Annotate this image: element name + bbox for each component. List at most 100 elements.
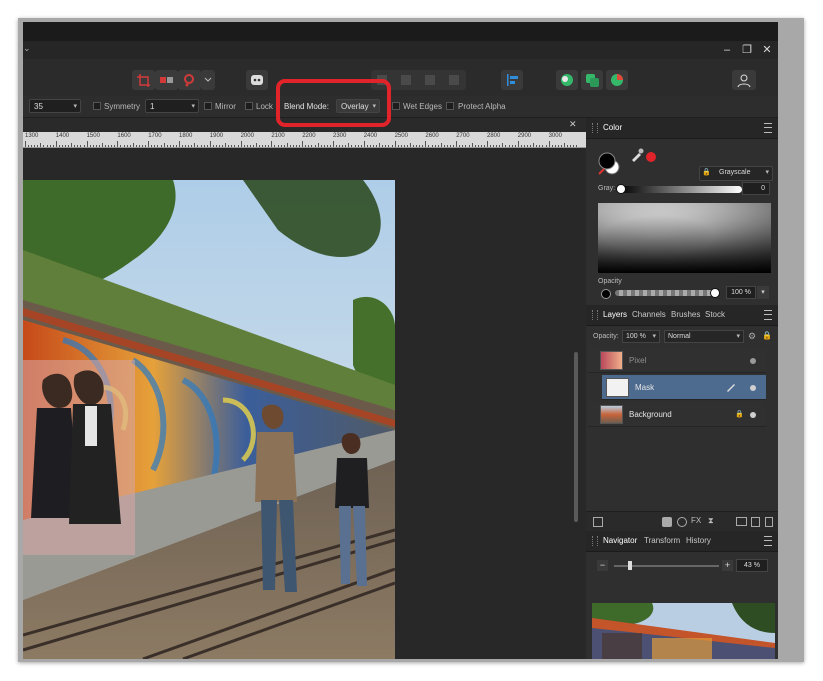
color-mode-select[interactable]: 🔒 Grayscale ▾	[699, 166, 773, 181]
mirror-checkbox[interactable]	[204, 102, 212, 110]
tab-layers[interactable]: Layers	[603, 310, 627, 320]
ruler-tick-mark	[490, 145, 492, 147]
layers-arrange-icon[interactable]	[593, 517, 603, 527]
layer-visibility-toggle[interactable]	[750, 358, 756, 364]
ruler-tick-mark	[474, 145, 476, 147]
close-window-button[interactable]: ✕	[757, 41, 777, 59]
ruler-tick-label: 2800	[487, 133, 501, 139]
panel-grip-icon[interactable]	[592, 310, 598, 320]
ruler-tick-mark	[480, 145, 482, 147]
selection-brush-icon[interactable]	[178, 70, 201, 90]
color-swatches[interactable]	[597, 150, 627, 178]
panel-grip-icon[interactable]	[592, 123, 598, 133]
panel-grip-icon[interactable]	[592, 536, 598, 546]
restore-button[interactable]: ❐	[737, 41, 757, 59]
brush-size-select[interactable]: 35 ▾	[29, 99, 81, 113]
mask-layer-icon[interactable]	[662, 517, 672, 527]
ruler-tick-mark	[573, 145, 575, 147]
persona-develop-icon[interactable]	[606, 70, 628, 90]
ruler-tick-mark	[142, 145, 144, 147]
ruler-tick-mark	[58, 145, 60, 147]
layer-row-pixel[interactable]: Pixel	[588, 348, 766, 373]
layer-lock-icon[interactable]: 🔒	[762, 331, 772, 341]
layer-blend-select[interactable]: Normal ▾	[664, 330, 744, 343]
group-folder-icon[interactable]	[736, 517, 747, 526]
gray-spectrum[interactable]	[598, 203, 771, 273]
ruler-tick-mark	[539, 145, 541, 147]
tab-history[interactable]: History	[686, 536, 711, 546]
adjustment-layer-icon[interactable]	[677, 517, 687, 527]
crop-tool-icon[interactable]	[132, 70, 155, 90]
picked-color-dot[interactable]	[646, 152, 656, 162]
document-photo[interactable]	[23, 180, 395, 659]
zoom-slider[interactable]	[614, 561, 719, 570]
ruler-tick-mark	[382, 145, 384, 147]
zoom-slider-handle[interactable]	[628, 561, 632, 570]
ruler-tick-mark	[175, 145, 177, 147]
live-filter-icon[interactable]: ⧗	[708, 516, 714, 526]
assistant-icon[interactable]	[246, 70, 268, 90]
opacity-dropdown-icon[interactable]: ▾	[757, 286, 769, 299]
ruler-tick-label: 1600	[117, 133, 131, 139]
layer-visibility-toggle[interactable]	[750, 385, 756, 391]
menu-chevron-icon[interactable]: ⌄	[23, 43, 31, 54]
minimize-button[interactable]: –	[717, 41, 737, 59]
ruler-tick-mark	[428, 145, 430, 147]
layer-settings-gear-icon[interactable]: ⚙	[748, 331, 758, 341]
persona-liquify-icon[interactable]	[581, 70, 603, 90]
layer-locked-icon[interactable]: 🔒	[735, 410, 744, 418]
panel-menu-icon[interactable]	[764, 536, 772, 546]
tab-transform[interactable]: Transform	[644, 536, 680, 546]
wet-edges-checkbox[interactable]	[392, 102, 400, 110]
tab-brushes[interactable]: Brushes	[671, 310, 700, 320]
symmetry-count-select[interactable]: 1 ▾	[145, 99, 199, 113]
gray-slider-handle[interactable]	[616, 184, 626, 194]
fx-icon[interactable]: FX	[691, 516, 701, 525]
panel-menu-icon[interactable]	[764, 123, 772, 133]
vertical-scrollbar[interactable]	[574, 352, 578, 522]
align-icon[interactable]	[501, 70, 523, 90]
ruler-tick-label: 2700	[456, 133, 470, 139]
navigator-preview[interactable]	[592, 603, 775, 659]
ruler-tick-mark	[305, 145, 307, 147]
layer-opacity-select[interactable]: 100 % ▾	[622, 330, 660, 343]
color-picker-icon[interactable]	[630, 148, 644, 162]
ruler-tick-mark	[345, 145, 347, 147]
account-icon[interactable]	[732, 70, 756, 90]
gray-value-field[interactable]: 0	[742, 182, 770, 195]
ruler-tick-mark	[265, 145, 267, 147]
delete-layer-icon[interactable]	[765, 517, 773, 527]
lock-checkbox[interactable]	[245, 102, 253, 110]
zoom-value-field[interactable]: 43 %	[736, 559, 768, 572]
zoom-out-button[interactable]: −	[597, 560, 608, 571]
opacity-slider-handle[interactable]	[710, 288, 720, 298]
persona-photo-icon[interactable]	[556, 70, 578, 90]
ruler-tick-mark	[286, 143, 288, 147]
protect-alpha-checkbox[interactable]	[446, 102, 454, 110]
flip-tool-icon[interactable]	[155, 70, 178, 90]
add-layer-icon[interactable]	[751, 517, 760, 527]
opacity-slider[interactable]	[615, 288, 720, 298]
ruler-tick-mark	[268, 145, 270, 147]
layers-panel-tabs: Layers Channels Brushes Stock	[586, 305, 778, 326]
layer-row-mask[interactable]: Mask	[602, 375, 766, 400]
ruler-tick-mark	[43, 145, 45, 147]
ruler-tick-mark	[34, 145, 36, 147]
gray-slider[interactable]	[616, 184, 742, 194]
zoom-in-button[interactable]: +	[722, 560, 733, 571]
tab-channels[interactable]: Channels	[632, 310, 666, 320]
opacity-value-field[interactable]: 100 %	[726, 286, 756, 299]
ruler-tick-label: 2400	[363, 133, 378, 139]
panel-menu-icon[interactable]	[764, 310, 772, 320]
layer-row-background[interactable]: Background 🔒	[588, 402, 766, 427]
tool-dropdown-chevron-icon[interactable]	[201, 70, 215, 90]
layer-name: Background	[629, 410, 672, 419]
symmetry-checkbox[interactable]	[93, 102, 101, 110]
layer-visibility-toggle[interactable]	[750, 412, 756, 418]
close-document-icon[interactable]: ✕	[569, 119, 577, 130]
tab-navigator[interactable]: Navigator	[603, 536, 637, 546]
ruler-tick-mark	[240, 141, 242, 147]
ruler-tick-label: 1900	[209, 133, 224, 139]
tab-stock[interactable]: Stock	[705, 310, 725, 320]
tab-color[interactable]: Color	[603, 123, 622, 133]
